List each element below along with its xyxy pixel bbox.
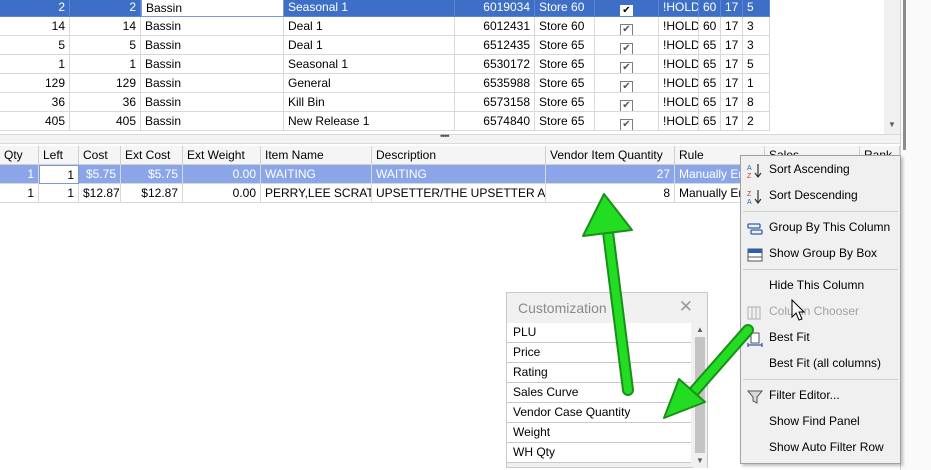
mouse-cursor-icon — [791, 298, 806, 321]
annotation-arrows — [582, 193, 806, 419]
annotation-arrow-up — [582, 193, 634, 396]
annotation-arrow-diagonal — [663, 324, 754, 419]
